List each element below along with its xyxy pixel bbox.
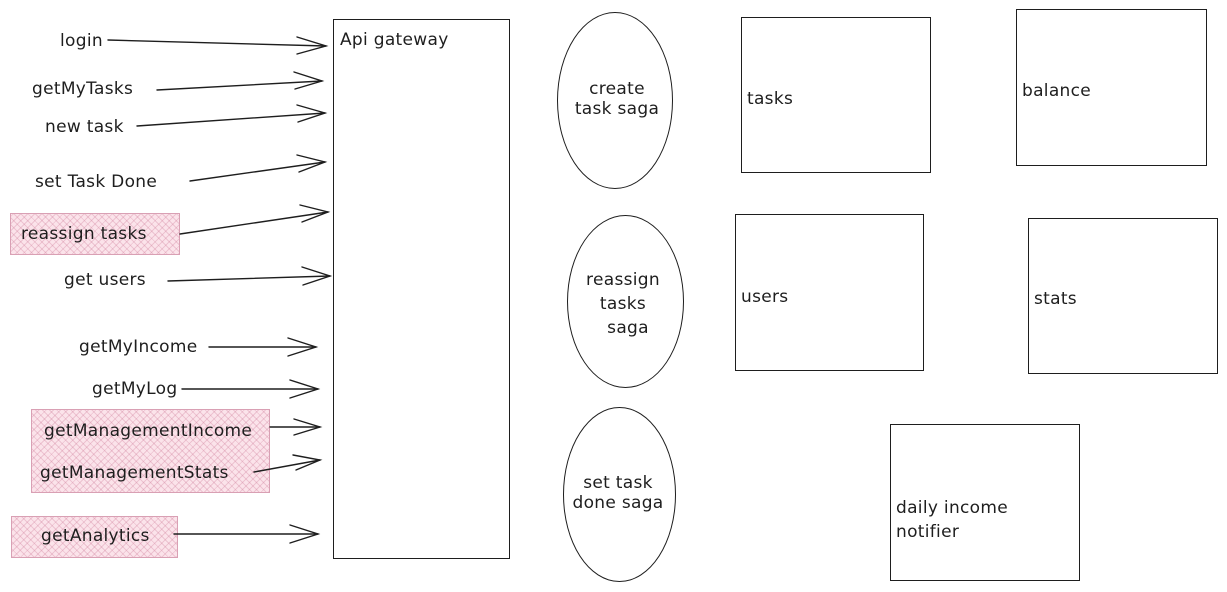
arrow-get-management-stats (253, 454, 323, 473)
arrow-get-my-tasks (156, 71, 325, 91)
arrow-get-analytics (173, 524, 321, 544)
request-arrows (107, 36, 333, 544)
arrow-get-my-log (181, 379, 321, 399)
arrow-login (107, 36, 329, 55)
diagram-canvas: login getMyTasks new task set Task Done … (0, 0, 1227, 592)
arrow-new-task (136, 104, 328, 127)
arrow-set-task-done (189, 154, 328, 182)
arrow-get-management-income (269, 418, 323, 436)
arrow-get-my-income (208, 337, 319, 357)
arrow-reassign-tasks (179, 204, 331, 235)
arrow-get-users (167, 266, 333, 286)
